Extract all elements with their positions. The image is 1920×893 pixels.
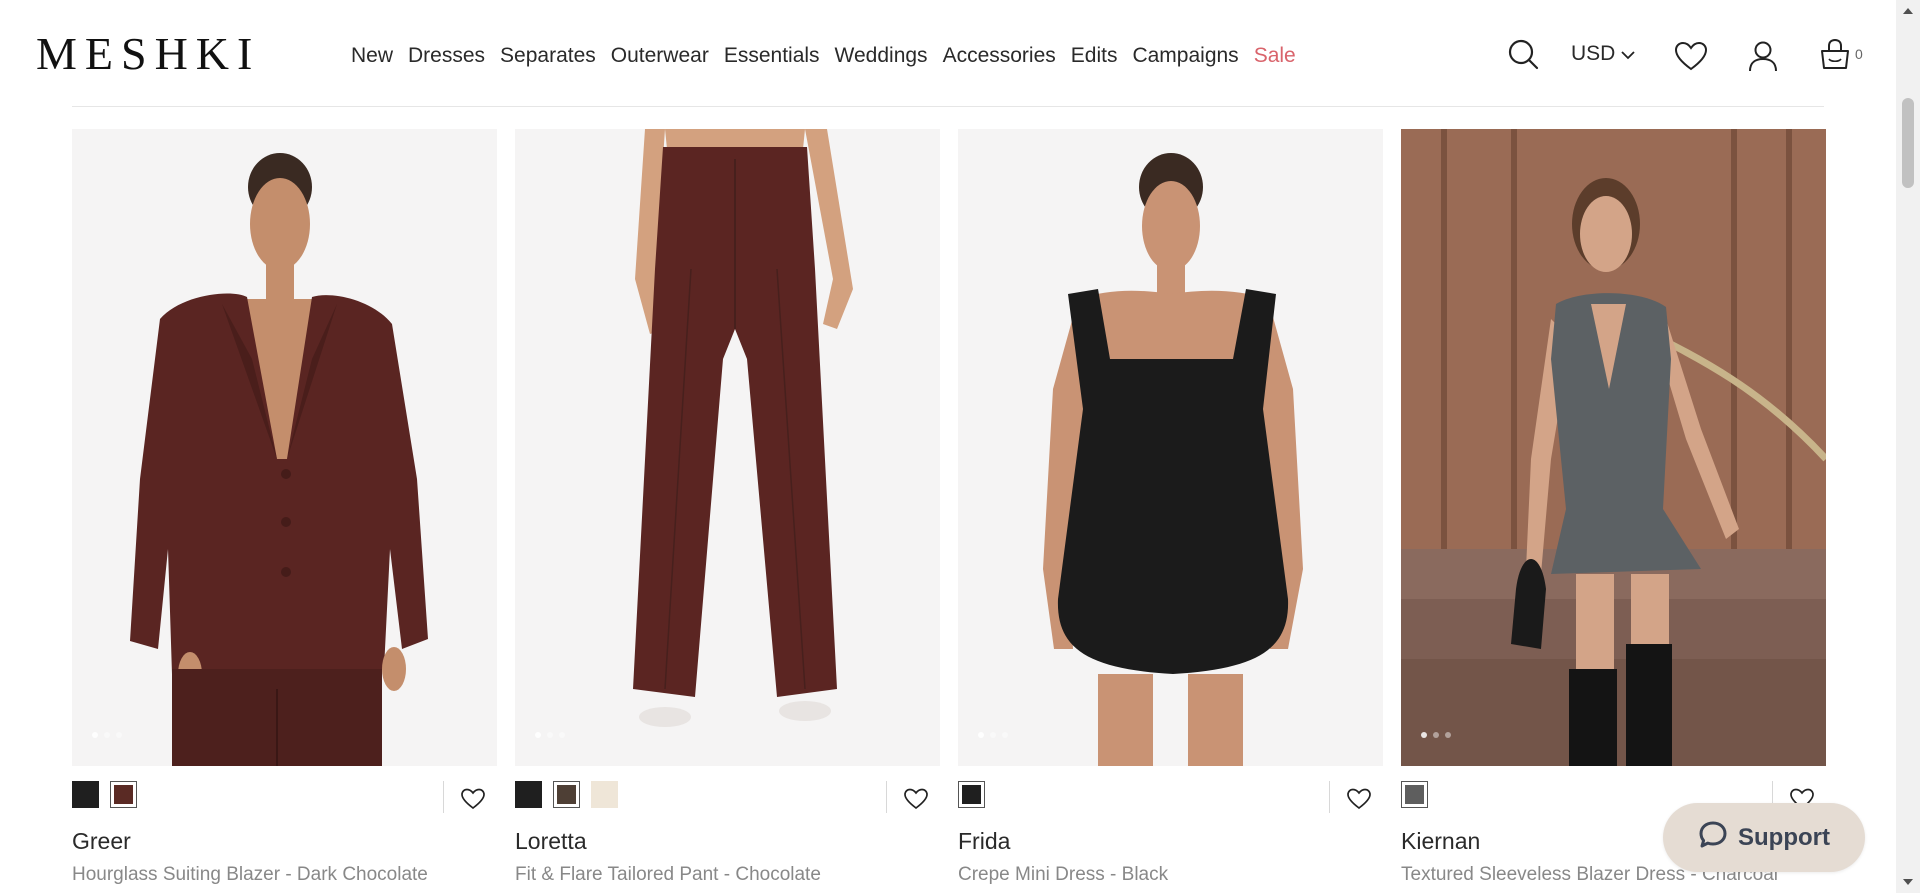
main-nav: New Dresses Separates Outerwear Essentia… [351, 42, 1311, 70]
cart-icon[interactable] [1817, 34, 1853, 74]
nav-item-edits[interactable]: Edits [1071, 42, 1118, 70]
product-name[interactable]: Loretta [515, 827, 940, 855]
search-icon[interactable] [1505, 34, 1541, 74]
site-header: MESHKI New Dresses Separates Outerwear E… [0, 0, 1896, 108]
color-swatch[interactable] [72, 781, 99, 808]
swatch-row [72, 781, 497, 815]
color-swatch[interactable] [591, 781, 618, 808]
product-card[interactable]: Kiernan Textured Sleeveless Blazer Dress… [1401, 129, 1826, 887]
nav-item-separates[interactable]: Separates [500, 42, 596, 70]
separator [886, 781, 887, 813]
support-label: Support [1738, 823, 1830, 851]
swatch-color-cream [591, 781, 618, 808]
swatch-color-black [962, 785, 981, 804]
nav-item-accessories[interactable]: Accessories [943, 42, 1056, 70]
image-carousel-dots[interactable] [1421, 732, 1451, 738]
product-description[interactable]: Fit & Flare Tailored Pant - Chocolate [515, 863, 940, 887]
product-card[interactable]: Loretta Fit & Flare Tailored Pant - Choc… [515, 129, 940, 887]
image-carousel-dots[interactable] [92, 732, 122, 738]
nav-item-essentials[interactable]: Essentials [724, 42, 820, 70]
product-name[interactable]: Greer [72, 827, 497, 855]
nav-item-outerwear[interactable]: Outerwear [611, 42, 709, 70]
chevron-down-icon [1621, 42, 1635, 66]
nav-item-weddings[interactable]: Weddings [835, 42, 928, 70]
nav-item-new[interactable]: New [351, 42, 393, 70]
color-swatch-selected[interactable] [553, 781, 580, 808]
header-divider [72, 106, 1824, 107]
swatch-row [958, 781, 1383, 815]
heart-icon[interactable] [1673, 36, 1709, 76]
cart-count: 0 [1855, 46, 1863, 62]
support-button[interactable]: Support [1663, 803, 1865, 872]
swatch-color-black [515, 781, 542, 808]
swatch-color-chocolate [114, 785, 133, 804]
separator [443, 781, 444, 813]
image-carousel-dots[interactable] [535, 732, 565, 738]
currency-selector[interactable]: USD [1571, 42, 1635, 66]
brand-logo[interactable]: MESHKI [36, 28, 260, 80]
product-card[interactable]: Frida Crepe Mini Dress - Black [958, 129, 1383, 887]
image-carousel-dots[interactable] [978, 732, 1008, 738]
product-grid: Greer Hourglass Suiting Blazer - Dark Ch… [72, 129, 1826, 887]
page-scrollbar[interactable] [1896, 0, 1920, 893]
product-description[interactable]: Hourglass Suiting Blazer - Dark Chocolat… [72, 863, 497, 887]
nav-item-dresses[interactable]: Dresses [408, 42, 485, 70]
swatch-color-chocolate [557, 785, 576, 804]
heart-icon[interactable] [1347, 788, 1371, 815]
product-image[interactable] [72, 129, 497, 766]
product-description[interactable]: Crepe Mini Dress - Black [958, 863, 1383, 887]
nav-item-campaigns[interactable]: Campaigns [1132, 42, 1238, 70]
nav-item-sale[interactable]: Sale [1254, 42, 1296, 70]
color-swatch[interactable] [515, 781, 542, 808]
scroll-down-arrow-icon[interactable] [1903, 879, 1913, 885]
swatch-color-black [72, 781, 99, 808]
product-name[interactable]: Frida [958, 827, 1383, 855]
separator [1329, 781, 1330, 813]
currency-label: USD [1571, 42, 1616, 65]
product-image[interactable] [515, 129, 940, 766]
scrollbar-thumb[interactable] [1902, 98, 1914, 188]
color-swatch-selected[interactable] [958, 781, 985, 808]
heart-icon[interactable] [904, 788, 928, 815]
color-swatch-selected[interactable] [110, 781, 137, 808]
swatch-color-charcoal [1405, 785, 1424, 804]
scroll-up-arrow-icon[interactable] [1903, 8, 1913, 14]
user-icon[interactable] [1746, 36, 1780, 76]
heart-icon[interactable] [461, 788, 485, 815]
product-image[interactable] [958, 129, 1383, 766]
color-swatch-selected[interactable] [1401, 781, 1428, 808]
swatch-row [515, 781, 940, 815]
chat-bubble-icon [1698, 820, 1728, 855]
product-card[interactable]: Greer Hourglass Suiting Blazer - Dark Ch… [72, 129, 497, 887]
product-image[interactable] [1401, 129, 1826, 766]
